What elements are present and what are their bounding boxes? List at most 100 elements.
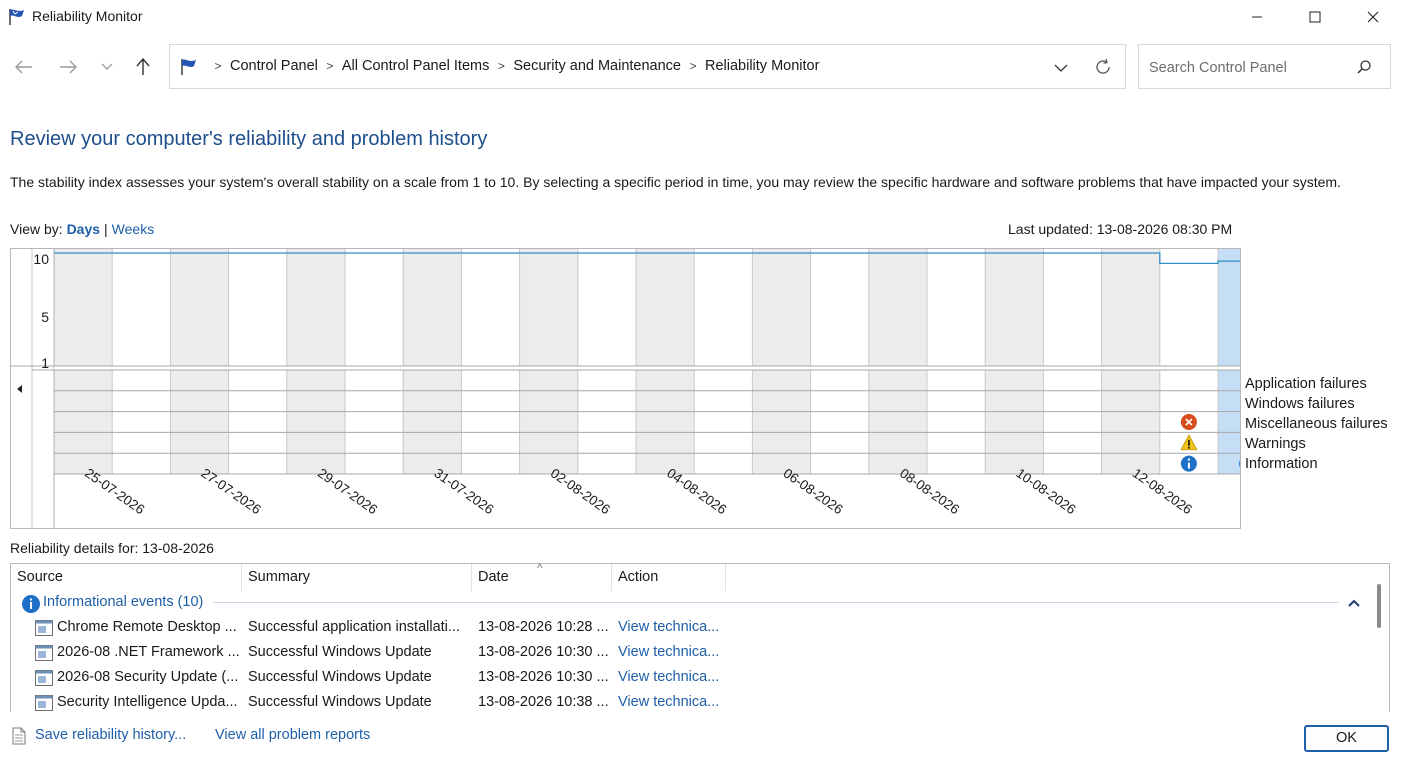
row-source: Chrome Remote Desktop ... xyxy=(57,619,237,635)
close-icon xyxy=(1367,11,1379,23)
info-icon-dot xyxy=(1187,458,1190,461)
row-source: Security Intelligence Upda... xyxy=(57,694,238,710)
view-by-label: View by: xyxy=(10,221,63,237)
app-window-icon xyxy=(35,670,53,686)
day-column[interactable] xyxy=(636,249,695,474)
breadcrumb-control-panel[interactable]: Control Panel xyxy=(230,58,318,74)
row-action-link[interactable]: View technica... xyxy=(618,619,728,635)
day-column[interactable] xyxy=(1043,249,1102,474)
list-header: Source Summary Date Action ^ xyxy=(11,564,1389,591)
day-column[interactable] xyxy=(112,249,171,474)
y-tick-label: 1 xyxy=(41,355,49,371)
chevron-up-icon[interactable] xyxy=(1347,596,1361,610)
legend-warnings: Warnings xyxy=(1245,436,1306,452)
group-divider xyxy=(213,602,1339,603)
sort-ascending-icon: ^ xyxy=(537,563,543,575)
day-column[interactable] xyxy=(286,249,345,474)
list-item[interactable]: Chrome Remote Desktop ... Successful appl… xyxy=(11,616,1371,641)
legend-information: Information xyxy=(1245,456,1318,472)
address-dropdown-icon[interactable] xyxy=(1050,57,1072,79)
chevron-right-icon: > xyxy=(214,59,222,73)
back-arrow-icon xyxy=(15,60,32,74)
list-scrollbar[interactable] xyxy=(1377,584,1381,628)
list-item[interactable]: Security Intelligence Upda... Successful … xyxy=(11,691,1371,712)
day-column[interactable] xyxy=(1218,249,1240,474)
search-input[interactable]: Search Control Panel xyxy=(1138,44,1391,89)
day-column[interactable] xyxy=(1101,249,1160,474)
warning-icon-bar xyxy=(1188,439,1190,446)
day-column[interactable] xyxy=(927,249,986,474)
row-date: 13-08-2026 10:28 ... xyxy=(478,619,609,635)
breadcrumb-all-items[interactable]: All Control Panel Items xyxy=(342,58,489,74)
save-reliability-history-link[interactable]: Save reliability history... xyxy=(35,727,186,743)
page-description: The stability index assesses your system… xyxy=(10,174,1341,190)
reliability-flag-icon xyxy=(181,59,196,75)
footer: Save reliability history... View all pro… xyxy=(0,712,1401,767)
minimize-button[interactable] xyxy=(1228,0,1286,34)
legend-windows-failures: Windows failures xyxy=(1245,396,1355,412)
up-button[interactable] xyxy=(130,54,156,80)
day-column[interactable] xyxy=(868,249,927,474)
forward-arrow-icon xyxy=(60,60,77,74)
section-separator xyxy=(54,366,1240,370)
app-window-icon xyxy=(35,645,53,661)
row-action-link[interactable]: View technica... xyxy=(618,644,728,660)
maximize-button[interactable] xyxy=(1286,0,1344,34)
reliability-flag-icon xyxy=(9,9,24,25)
view-by-days-link[interactable]: Days xyxy=(67,221,100,237)
warning-icon-dot xyxy=(1188,446,1190,449)
day-column[interactable] xyxy=(577,249,636,474)
row-date: 13-08-2026 10:30 ... xyxy=(478,669,609,685)
app-window-icon xyxy=(35,620,53,636)
reliability-chart[interactable]: 10 5 1 25-07-2026 27-07-2026 29-07-2026 31-07-… xyxy=(10,248,1241,529)
column-header-summary[interactable]: Summary xyxy=(242,564,472,591)
view-by-weeks-link[interactable]: Weeks xyxy=(112,221,155,237)
details-label: Reliability details for: 13-08-2026 xyxy=(10,540,214,556)
row-summary: Successful application installati... xyxy=(248,619,460,635)
info-icon xyxy=(22,595,40,613)
day-column[interactable] xyxy=(810,249,869,474)
details-list[interactable]: Source Summary Date Action ^ Information… xyxy=(10,563,1390,713)
app-window-icon xyxy=(35,695,53,711)
reliability-chart-svg: 105125-07-2026 27-07-2026 29-07-2026 31-07-… xyxy=(11,249,1240,528)
breadcrumb-security-maintenance[interactable]: Security and Maintenance xyxy=(513,58,681,74)
minimize-icon xyxy=(1252,16,1262,18)
close-button[interactable] xyxy=(1344,0,1401,34)
scroll-left-icon[interactable] xyxy=(17,385,22,393)
day-column[interactable] xyxy=(345,249,404,474)
maximize-icon xyxy=(1309,11,1321,23)
address-bar[interactable]: > Control Panel > All Control Panel Item… xyxy=(169,44,1126,89)
search-placeholder: Search Control Panel xyxy=(1149,60,1287,76)
group-informational-events[interactable]: Informational events (10) xyxy=(11,592,1371,614)
day-column[interactable] xyxy=(461,249,520,474)
chevron-right-icon: > xyxy=(326,59,334,73)
row-source: 2026-08 .NET Framework ... xyxy=(57,644,240,660)
day-column[interactable] xyxy=(519,249,578,474)
forward-button[interactable] xyxy=(55,54,81,80)
column-header-action[interactable]: Action xyxy=(612,564,726,591)
back-button[interactable] xyxy=(11,54,37,80)
window-title: Reliability Monitor xyxy=(32,8,143,24)
breadcrumb-reliability-monitor[interactable]: Reliability Monitor xyxy=(705,58,819,74)
day-column[interactable] xyxy=(54,249,113,474)
day-column[interactable] xyxy=(170,249,229,474)
list-item[interactable]: 2026-08 Security Update (... Successful W… xyxy=(11,666,1371,691)
recent-locations-button[interactable] xyxy=(94,54,120,80)
row-summary: Successful Windows Update xyxy=(248,694,432,710)
list-item[interactable]: 2026-08 .NET Framework ... Successful Win… xyxy=(11,641,1371,666)
row-action-link[interactable]: View technica... xyxy=(618,669,728,685)
day-column[interactable] xyxy=(752,249,811,474)
up-arrow-icon xyxy=(136,58,150,75)
row-action-link[interactable]: View technica... xyxy=(618,694,728,710)
row-summary: Successful Windows Update xyxy=(248,669,432,685)
legend-application-failures: Application failures xyxy=(1245,376,1367,392)
day-column[interactable] xyxy=(228,249,287,474)
ok-button[interactable]: OK xyxy=(1304,725,1389,752)
day-column[interactable] xyxy=(403,249,462,474)
refresh-icon[interactable] xyxy=(1092,56,1114,78)
day-column[interactable] xyxy=(985,249,1044,474)
document-icon xyxy=(12,727,26,745)
day-column[interactable] xyxy=(694,249,753,474)
column-header-source[interactable]: Source xyxy=(11,564,242,591)
view-all-problem-reports-link[interactable]: View all problem reports xyxy=(215,727,370,743)
